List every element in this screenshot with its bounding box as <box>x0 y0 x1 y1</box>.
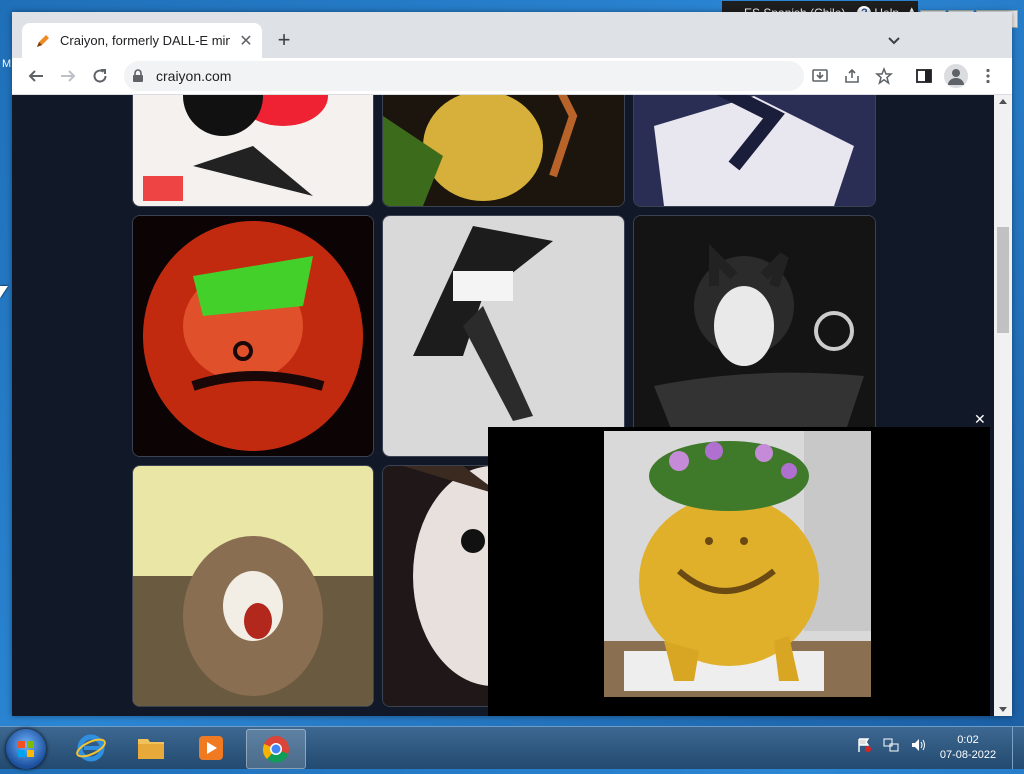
url-text[interactable]: craiyon.com <box>156 68 231 84</box>
generated-image-6[interactable] <box>633 215 876 457</box>
media-player-icon[interactable] <box>182 729 240 767</box>
generated-image-2[interactable] <box>382 95 625 207</box>
new-tab-button[interactable]: + <box>270 27 298 55</box>
reload-icon[interactable] <box>88 64 112 88</box>
action-center-flag-icon[interactable] <box>856 737 872 758</box>
popup-close-icon[interactable]: ✕ <box>974 411 986 428</box>
tab-title: Craiyon, formerly DALL-E mini <box>60 33 230 48</box>
browser-toolbar: craiyon.com <box>12 58 1012 95</box>
share-icon[interactable] <box>840 64 864 88</box>
tab-craiyon[interactable]: Craiyon, formerly DALL-E mini ✕ <box>22 23 262 58</box>
clock-time: 0:02 <box>957 734 979 746</box>
side-panel-icon[interactable] <box>912 64 936 88</box>
page-viewport: ✕ <box>12 95 994 716</box>
browser-window: Craiyon, formerly DALL-E mini ✕ + craiyo… <box>12 12 1012 716</box>
forward-arrow-icon[interactable] <box>56 64 80 88</box>
scrollbar-thumb[interactable] <box>997 227 1009 333</box>
scroll-down-arrow-icon[interactable] <box>999 707 1007 712</box>
mouse-cursor-icon <box>0 286 8 298</box>
generated-image-1[interactable] <box>132 95 374 207</box>
featured-image-smiley-planter[interactable] <box>604 431 871 697</box>
popup-image-overlay[interactable]: ✕ <box>488 411 990 716</box>
profile-avatar-icon[interactable] <box>944 64 968 88</box>
volume-icon[interactable] <box>910 737 928 758</box>
system-tray <box>856 737 928 758</box>
clock-date: 07-08-2022 <box>939 749 997 761</box>
tab-strip: Craiyon, formerly DALL-E mini ✕ + <box>12 12 1012 58</box>
tab-search-chevron-icon[interactable] <box>882 28 906 52</box>
chrome-icon[interactable] <box>246 729 306 769</box>
address-bar[interactable]: craiyon.com <box>124 61 804 91</box>
menu-kebab-icon[interactable] <box>976 64 1000 88</box>
bookmark-star-icon[interactable] <box>872 64 896 88</box>
back-arrow-icon[interactable] <box>24 64 48 88</box>
taskbar: 0:02 07-08-2022 <box>0 726 1024 769</box>
craiyon-pencil-icon <box>34 32 52 50</box>
generated-image-5[interactable] <box>382 215 625 457</box>
internet-explorer-icon[interactable] <box>62 729 120 767</box>
page-scrollbar[interactable] <box>994 95 1012 716</box>
file-explorer-icon[interactable] <box>122 729 180 767</box>
taskbar-clock[interactable]: 0:02 07-08-2022 <box>936 733 1000 763</box>
generated-image-3[interactable] <box>633 95 876 207</box>
lock-icon[interactable] <box>132 69 144 88</box>
show-desktop-button[interactable] <box>1012 727 1024 769</box>
tab-close-icon[interactable]: ✕ <box>236 31 256 51</box>
network-icon[interactable] <box>882 737 900 758</box>
install-app-icon[interactable] <box>808 64 832 88</box>
scroll-up-arrow-icon[interactable] <box>999 99 1007 104</box>
desktop-edge-text: M <box>2 58 12 70</box>
start-button[interactable] <box>6 729 46 769</box>
generated-image-4[interactable] <box>132 215 374 457</box>
generated-image-7[interactable] <box>132 465 374 707</box>
